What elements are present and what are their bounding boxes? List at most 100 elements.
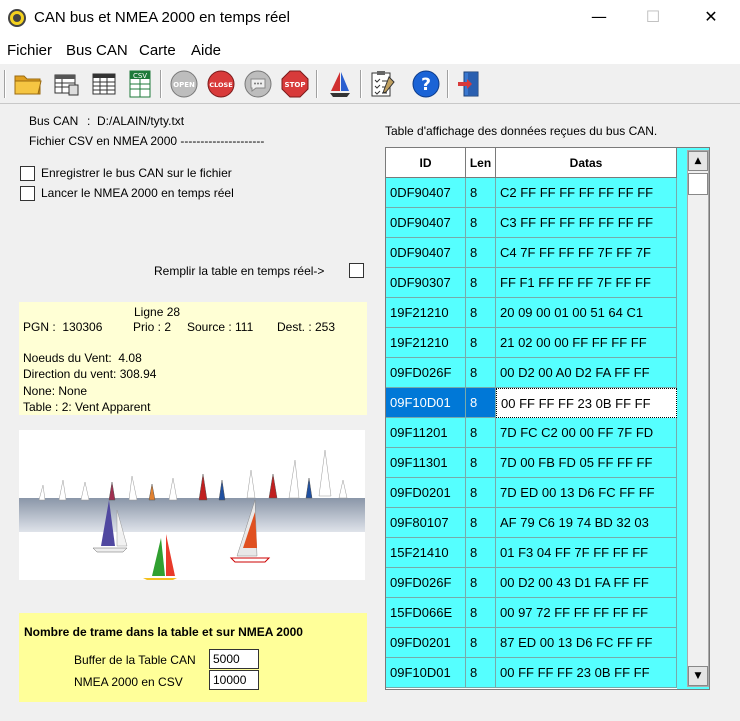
close-window-button[interactable]: ✕ bbox=[688, 0, 734, 36]
cell-datas[interactable]: C2 FF FF FF FF FF FF FF bbox=[496, 178, 677, 208]
table-row[interactable]: 09F80107 8 AF 79 C6 19 74 BD 32 03 bbox=[386, 508, 677, 538]
menu-fichier[interactable]: Fichier bbox=[7, 42, 52, 59]
table-row[interactable]: 09F10D01 8 00 FF FF FF 23 0B FF FF bbox=[386, 388, 677, 418]
launch-nmea-checkbox[interactable] bbox=[20, 186, 35, 201]
cell-len[interactable]: 8 bbox=[466, 448, 496, 478]
table-row[interactable]: 09FD026F 8 00 D2 00 A0 D2 FA FF FF bbox=[386, 358, 677, 388]
cell-len[interactable]: 8 bbox=[466, 268, 496, 298]
cell-id[interactable]: 0DF90407 bbox=[386, 208, 466, 238]
cell-len[interactable]: 8 bbox=[466, 298, 496, 328]
cell-datas[interactable]: C3 FF FF FF FF FF FF FF bbox=[496, 208, 677, 238]
cell-datas[interactable]: 00 97 72 FF FF FF FF FF bbox=[496, 598, 677, 628]
table-row[interactable]: 09F11301 8 7D 00 FB FD 05 FF FF FF bbox=[386, 448, 677, 478]
table-row[interactable]: 0DF90407 8 C3 FF FF FF FF FF FF FF bbox=[386, 208, 677, 238]
cell-datas[interactable]: 00 D2 00 A0 D2 FA FF FF bbox=[496, 358, 677, 388]
menu-aide[interactable]: Aide bbox=[191, 42, 221, 59]
cell-id[interactable]: 0DF90307 bbox=[386, 268, 466, 298]
cell-datas[interactable]: C4 7F FF FF FF 7F FF 7F bbox=[496, 238, 677, 268]
cell-id[interactable]: 09F11301 bbox=[386, 448, 466, 478]
cell-id[interactable]: 09FD0201 bbox=[386, 628, 466, 658]
cell-len[interactable]: 8 bbox=[466, 538, 496, 568]
cell-datas[interactable]: 00 FF FF FF 23 0B FF FF bbox=[496, 388, 677, 418]
minimize-button[interactable]: — bbox=[576, 0, 622, 36]
table-row[interactable]: 09F11201 8 7D FC C2 00 00 FF 7F FD bbox=[386, 418, 677, 448]
cell-datas[interactable]: FF F1 FF FF FF 7F FF FF bbox=[496, 268, 677, 298]
cell-len[interactable]: 8 bbox=[466, 328, 496, 358]
cell-len[interactable]: 8 bbox=[466, 358, 496, 388]
cell-len[interactable]: 8 bbox=[466, 178, 496, 208]
close-circle-icon[interactable]: CLOSE bbox=[205, 68, 237, 100]
column-header-id[interactable]: ID bbox=[386, 148, 466, 178]
buffer-input[interactable]: 5000 bbox=[209, 649, 259, 669]
cell-len[interactable]: 8 bbox=[466, 568, 496, 598]
cell-len[interactable]: 8 bbox=[466, 508, 496, 538]
table-row[interactable]: 15FD066E 8 00 97 72 FF FF FF FF FF bbox=[386, 598, 677, 628]
cell-id[interactable]: 09FD026F bbox=[386, 358, 466, 388]
spreadsheet-icon[interactable] bbox=[88, 68, 120, 100]
column-header-len[interactable]: Len bbox=[466, 148, 496, 178]
cell-id[interactable]: 09F10D01 bbox=[386, 388, 466, 418]
cell-id[interactable]: 19F21210 bbox=[386, 298, 466, 328]
cell-datas[interactable]: 00 FF FF FF 23 0B FF FF bbox=[496, 658, 677, 688]
can-data-table[interactable]: ID Len Datas 0DF90407 8 C2 FF FF FF FF FF … bbox=[385, 147, 710, 690]
vertical-scrollbar[interactable]: ▲ ▼ bbox=[687, 150, 709, 687]
cell-id[interactable]: 15F21410 bbox=[386, 538, 466, 568]
open-icon[interactable]: OPEN bbox=[168, 68, 200, 100]
table-icon[interactable] bbox=[50, 68, 82, 100]
cell-len[interactable]: 8 bbox=[466, 478, 496, 508]
cell-id[interactable]: 09FD0201 bbox=[386, 478, 466, 508]
table-row[interactable]: 09F10D01 8 00 FF FF FF 23 0B FF FF bbox=[386, 658, 677, 688]
record-bus-checkbox[interactable] bbox=[20, 166, 35, 181]
cell-id[interactable]: 09F11201 bbox=[386, 418, 466, 448]
table-row[interactable]: 15F21410 8 01 F3 04 FF 7F FF FF FF bbox=[386, 538, 677, 568]
exit-icon[interactable] bbox=[454, 68, 486, 100]
column-header-datas[interactable]: Datas bbox=[496, 148, 677, 178]
cell-id[interactable]: 15FD066E bbox=[386, 598, 466, 628]
menu-carte[interactable]: Carte bbox=[139, 42, 176, 59]
menu-bus-can[interactable]: Bus CAN bbox=[66, 42, 128, 59]
table-row[interactable]: 0DF90407 8 C4 7F FF FF FF 7F FF 7F bbox=[386, 238, 677, 268]
nmea-csv-input[interactable]: 10000 bbox=[209, 670, 259, 690]
help-icon[interactable]: ? bbox=[410, 68, 442, 100]
cell-datas[interactable]: 7D ED 00 13 D6 FC FF FF bbox=[496, 478, 677, 508]
cell-datas[interactable]: 21 02 00 00 FF FF FF FF bbox=[496, 328, 677, 358]
table-row[interactable]: 09FD0201 8 87 ED 00 13 D6 FC FF FF bbox=[386, 628, 677, 658]
table-row[interactable]: 09FD026F 8 00 D2 00 43 D1 FA FF FF bbox=[386, 568, 677, 598]
table-row[interactable]: 0DF90307 8 FF F1 FF FF FF 7F FF FF bbox=[386, 268, 677, 298]
scroll-down-arrow-icon[interactable]: ▼ bbox=[688, 666, 708, 686]
cell-len[interactable]: 8 bbox=[466, 208, 496, 238]
table-row[interactable]: 19F21210 8 21 02 00 00 FF FF FF FF bbox=[386, 328, 677, 358]
cell-datas[interactable]: 01 F3 04 FF 7F FF FF FF bbox=[496, 538, 677, 568]
table-row[interactable]: 19F21210 8 20 09 00 01 00 51 64 C1 bbox=[386, 298, 677, 328]
cell-datas[interactable]: 20 09 00 01 00 51 64 C1 bbox=[496, 298, 677, 328]
cell-id[interactable]: 0DF90407 bbox=[386, 178, 466, 208]
scroll-thumb[interactable] bbox=[688, 173, 708, 195]
sailboat-icon[interactable] bbox=[324, 68, 356, 100]
cell-id[interactable]: 0DF90407 bbox=[386, 238, 466, 268]
maximize-button[interactable]: ☐ bbox=[630, 0, 676, 36]
cell-len[interactable]: 8 bbox=[466, 418, 496, 448]
stop-icon[interactable]: STOP bbox=[279, 68, 311, 100]
folder-icon[interactable] bbox=[12, 68, 44, 100]
cell-id[interactable]: 09F80107 bbox=[386, 508, 466, 538]
csv-icon[interactable]: CSV bbox=[124, 68, 156, 100]
chat-icon[interactable] bbox=[242, 68, 274, 100]
table-row[interactable]: 09FD0201 8 7D ED 00 13 D6 FC FF FF bbox=[386, 478, 677, 508]
table-row[interactable]: 0DF90407 8 C2 FF FF FF FF FF FF FF bbox=[386, 178, 677, 208]
cell-len[interactable]: 8 bbox=[466, 598, 496, 628]
cell-id[interactable]: 09FD026F bbox=[386, 568, 466, 598]
scroll-up-arrow-icon[interactable]: ▲ bbox=[688, 151, 708, 171]
cell-datas[interactable]: AF 79 C6 19 74 BD 32 03 bbox=[496, 508, 677, 538]
cell-len[interactable]: 8 bbox=[466, 628, 496, 658]
fill-table-checkbox[interactable] bbox=[349, 263, 364, 278]
cell-len[interactable]: 8 bbox=[466, 658, 496, 688]
cell-len[interactable]: 8 bbox=[466, 388, 496, 418]
cell-datas[interactable]: 00 D2 00 43 D1 FA FF FF bbox=[496, 568, 677, 598]
cell-id[interactable]: 09F10D01 bbox=[386, 658, 466, 688]
checklist-icon[interactable] bbox=[366, 68, 398, 100]
cell-datas[interactable]: 87 ED 00 13 D6 FC FF FF bbox=[496, 628, 677, 658]
cell-id[interactable]: 19F21210 bbox=[386, 328, 466, 358]
cell-datas[interactable]: 7D 00 FB FD 05 FF FF FF bbox=[496, 448, 677, 478]
cell-datas[interactable]: 7D FC C2 00 00 FF 7F FD bbox=[496, 418, 677, 448]
cell-len[interactable]: 8 bbox=[466, 238, 496, 268]
